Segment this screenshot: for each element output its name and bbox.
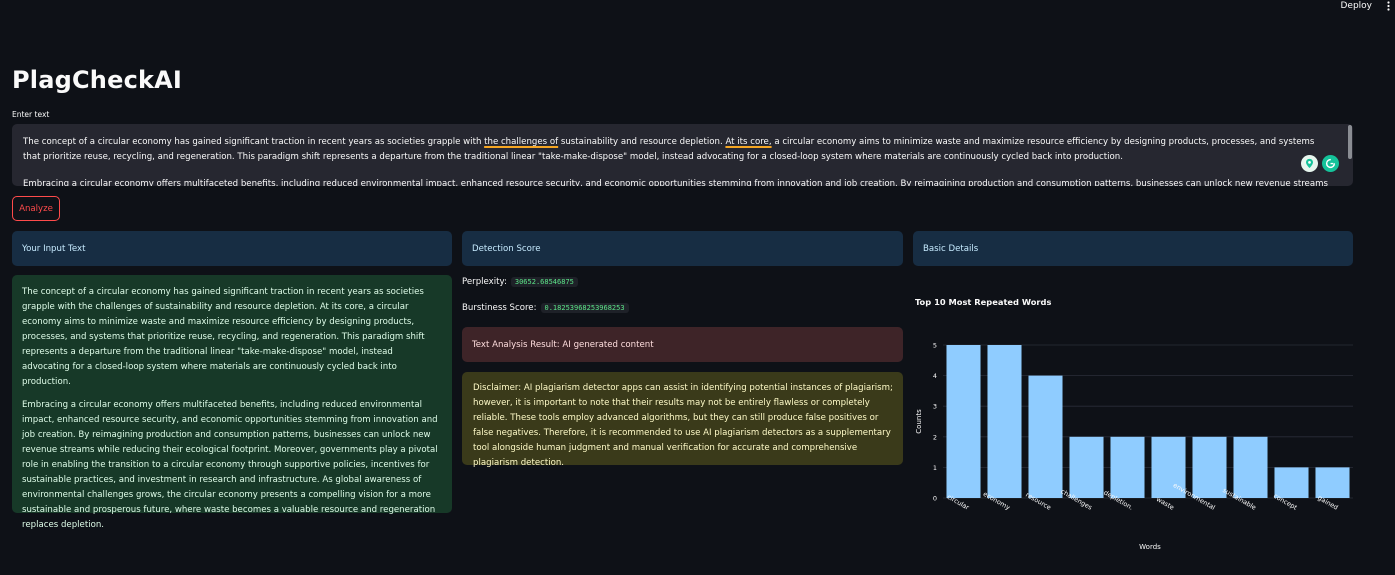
input-text-header: Your Input Text xyxy=(12,231,452,266)
burstiness-metric: Burstiness Score: 0.18253968253968253 xyxy=(462,303,629,313)
bar-economy xyxy=(987,345,1022,498)
location-pin-icon[interactable] xyxy=(1301,155,1318,172)
burstiness-value: 0.18253968253968253 xyxy=(540,303,629,313)
input-paragraph-1: The concept of a circular economy has ga… xyxy=(23,135,1331,165)
kebab-menu-icon[interactable] xyxy=(1387,1,1390,14)
analyze-button[interactable]: Analyze xyxy=(12,196,60,221)
display-paragraph-1: The concept of a circular economy has ga… xyxy=(22,287,425,387)
y-tick-label: 5 xyxy=(933,342,937,350)
y-axis-label: Counts xyxy=(915,409,923,434)
basic-details-header: Basic Details xyxy=(913,231,1353,266)
input-text-segment: sustainability and resource depletion. xyxy=(558,137,726,147)
perplexity-value: 30652.68546875 xyxy=(510,277,578,287)
y-tick-label: 0 xyxy=(933,495,937,503)
grammar-highlight[interactable]: the challenges of xyxy=(484,137,558,147)
word-frequency-chart: 012345circular economy resource challenges d… xyxy=(915,342,1353,551)
y-tick-label: 1 xyxy=(933,464,937,472)
analysis-result-alert: Text Analysis Result: AI generated conte… xyxy=(462,327,903,362)
textarea-scrollbar[interactable] xyxy=(1348,125,1352,159)
deploy-button[interactable]: Deploy xyxy=(1340,1,1372,11)
page-title: PlagCheckAI xyxy=(12,66,183,94)
top-toolbar: Deploy xyxy=(0,0,1395,16)
y-tick-label: 4 xyxy=(933,372,937,380)
bar-challenges xyxy=(1069,436,1104,498)
display-paragraph-2: Embracing a circular economy offers mult… xyxy=(22,400,438,530)
text-input-content[interactable]: The concept of a circular economy has ga… xyxy=(12,124,1353,186)
bar-environmental xyxy=(1192,436,1227,498)
input-text-segment: The concept of a circular economy has ga… xyxy=(23,137,485,147)
burstiness-label: Burstiness Score: xyxy=(462,303,537,313)
grammar-check-icon[interactable] xyxy=(1322,155,1339,172)
input-text-display: The concept of a circular economy has ga… xyxy=(12,275,452,530)
text-input-label: Enter text xyxy=(12,110,50,119)
bar-depletion. xyxy=(1110,436,1145,498)
input-paragraph-2: Embracing a circular economy offers mult… xyxy=(23,179,1328,186)
perplexity-metric: Perplexity: 30652.68546875 xyxy=(462,277,578,287)
perplexity-label: Perplexity: xyxy=(462,277,507,287)
grammar-extension-widget[interactable] xyxy=(1301,155,1339,172)
text-input-area[interactable]: The concept of a circular economy has ga… xyxy=(12,124,1353,186)
bar-circular xyxy=(946,345,981,498)
bar-resource xyxy=(1028,375,1063,498)
x-axis-label: Words xyxy=(1139,543,1161,551)
bar-sustainable xyxy=(1233,436,1268,498)
disclaimer-alert: Disclaimer: AI plagiarism detector apps … xyxy=(462,372,903,468)
grammar-highlight[interactable]: At its core, xyxy=(725,137,771,147)
y-tick-label: 3 xyxy=(933,403,937,411)
y-tick-label: 2 xyxy=(933,433,937,441)
chart-title: Top 10 Most Repeated Words xyxy=(915,297,1052,307)
detection-score-header: Detection Score xyxy=(462,231,903,266)
